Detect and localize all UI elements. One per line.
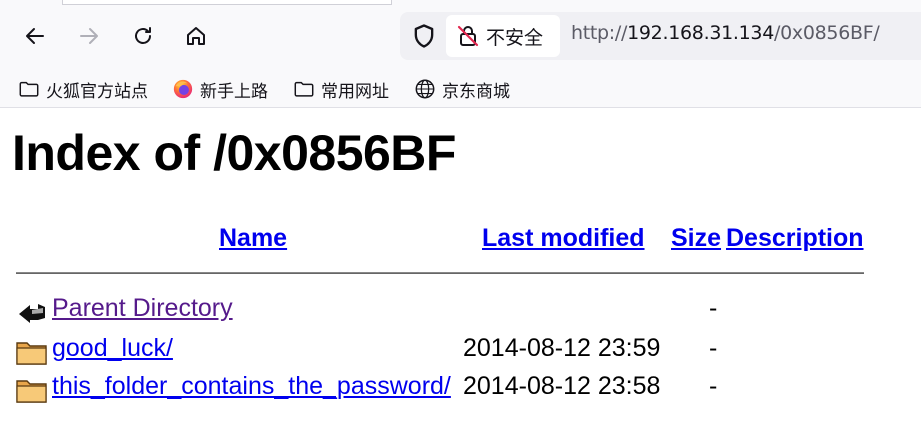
security-label: 不安全 (486, 26, 544, 49)
folder-icon (16, 342, 47, 365)
bookmark-label: 火狐官方站点 (46, 81, 148, 102)
row-size: - (709, 372, 718, 400)
column-header-size[interactable]: Size (671, 224, 721, 253)
url-path: /0x0856BF/ (774, 22, 880, 44)
reload-button[interactable] (127, 20, 159, 52)
url-prefix: http:// (571, 22, 628, 44)
tracking-protection-shield-icon[interactable] (410, 22, 438, 50)
column-header-description[interactable]: Description (726, 224, 864, 253)
bookmark-firefox-official[interactable]: 火狐官方站点 (18, 76, 148, 102)
folder-icon (294, 81, 314, 97)
bookmarks-toolbar: 火狐官方站点 新手上路 常用网址 京东商城 (0, 70, 921, 108)
url-text[interactable]: http://192.168.31.134/0x0856BF/ (571, 22, 880, 44)
row-size: - (709, 334, 718, 362)
active-tab-edge[interactable] (62, 0, 392, 5)
link-good-luck[interactable]: good_luck/ (52, 334, 173, 363)
link-parent-directory[interactable]: Parent Directory (52, 294, 233, 323)
home-icon (187, 27, 205, 45)
folder-icon (16, 380, 47, 403)
back-arrow-icon (19, 304, 45, 323)
table-row: this_folder_contains_the_password/ 2014-… (16, 372, 896, 406)
forward-button[interactable] (73, 20, 105, 52)
bookmark-getting-started[interactable]: 新手上路 (172, 76, 268, 102)
table-row: Parent Directory - (16, 294, 896, 328)
connection-security-button[interactable]: 不安全 (446, 15, 560, 57)
link-this-folder-contains-the-password[interactable]: this_folder_contains_the_password/ (52, 372, 451, 401)
bookmark-jd-mall[interactable]: 京东商城 (414, 76, 510, 102)
folder-icon (19, 81, 39, 97)
forward-arrow-icon (80, 28, 98, 44)
back-button[interactable] (19, 20, 51, 52)
bookmark-label: 常用网址 (321, 81, 389, 102)
back-arrow-icon (26, 28, 44, 44)
page-title: Index of /0x0856BF (12, 125, 456, 181)
globe-icon (415, 79, 435, 99)
browser-toolbar: 不安全 http://192.168.31.134/0x0856BF/ (0, 0, 921, 70)
column-header-name[interactable]: Name (219, 224, 287, 253)
table-row: good_luck/ 2014-08-12 23:59 - (16, 334, 896, 368)
reload-icon (135, 27, 151, 44)
home-button[interactable] (180, 20, 212, 52)
firefox-icon (173, 79, 193, 99)
insecure-lock-icon (457, 25, 479, 47)
row-date: 2014-08-12 23:58 (463, 372, 661, 400)
bookmark-label: 京东商城 (442, 81, 510, 102)
url-host: 192.168.31.134 (627, 22, 775, 44)
header-divider (16, 272, 864, 274)
row-size: - (709, 294, 718, 322)
bookmark-common-sites[interactable]: 常用网址 (293, 76, 389, 102)
bookmark-label: 新手上路 (200, 81, 268, 102)
row-date: 2014-08-12 23:59 (463, 334, 661, 362)
column-header-last-modified[interactable]: Last modified (482, 224, 645, 253)
